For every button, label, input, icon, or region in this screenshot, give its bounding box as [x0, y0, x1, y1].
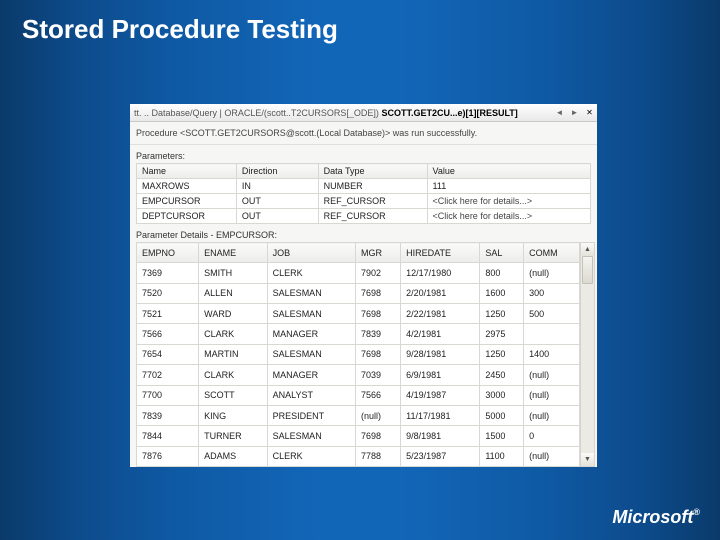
scroll-thumb[interactable] [582, 256, 593, 284]
vertical-scrollbar[interactable]: ▲ ▼ [580, 242, 595, 467]
table-row[interactable]: 7702CLARKMANAGER70396/9/19812450(null) [137, 365, 580, 385]
table-row[interactable]: 7369SMITHCLERK790212/17/1980800(null) [137, 263, 580, 283]
nav-prev-button[interactable]: ◄ [554, 107, 565, 118]
nav-next-button[interactable]: ► [569, 107, 580, 118]
scroll-up-icon[interactable]: ▲ [581, 243, 594, 256]
col-ename[interactable]: ENAME [199, 243, 268, 263]
table-row[interactable]: 7654MARTINSALESMAN76989/28/198112501400 [137, 344, 580, 364]
table-row[interactable]: 7700SCOTTANALYST75664/19/19873000(null) [137, 385, 580, 405]
table-row[interactable]: 7520ALLENSALESMAN76982/20/19811600300 [137, 283, 580, 303]
table-row[interactable]: 7521WARDSALESMAN76982/22/19811250500 [137, 304, 580, 324]
table-row[interactable]: 7566CLARKMANAGER78394/2/19812975 [137, 324, 580, 344]
app-window: tt. .. Database/Query | ORACLE/(scott..T… [130, 104, 597, 467]
col-comm[interactable]: COMM [524, 243, 580, 263]
slide-root: Stored Procedure Testing tt. .. Database… [0, 0, 720, 540]
details-link[interactable]: <Click here for details...> [427, 194, 590, 209]
parameters-label: Parameters: [130, 145, 597, 163]
col-datatype[interactable]: Data Type [318, 164, 427, 179]
details-label: Parameter Details - EMPCURSOR: [130, 224, 597, 242]
col-empno[interactable]: EMPNO [137, 243, 199, 263]
table-row[interactable]: 7844TURNERSALESMAN76989/8/198115000 [137, 426, 580, 446]
col-sal[interactable]: SAL [480, 243, 524, 263]
titlebar-text: tt. .. Database/Query | ORACLE/(scott..T… [134, 108, 550, 118]
details-link[interactable]: <Click here for details...> [427, 209, 590, 224]
parameters-table: Name Direction Data Type Value MAXROWS I… [136, 163, 591, 224]
table-row[interactable]: 7876ADAMSCLERK77885/23/19871100(null) [137, 446, 580, 466]
col-job[interactable]: JOB [267, 243, 355, 263]
details-header-row: EMPNO ENAME JOB MGR HIREDATE SAL COMM [137, 243, 580, 263]
titlebar-bold: SCOTT.GET2CU...e)[1][RESULT] [381, 108, 517, 118]
table-row[interactable]: EMPCURSOR OUT REF_CURSOR <Click here for… [137, 194, 591, 209]
col-mgr[interactable]: MGR [355, 243, 400, 263]
params-header-row: Name Direction Data Type Value [137, 164, 591, 179]
microsoft-logo: Microsoft® [612, 507, 700, 528]
scroll-down-icon[interactable]: ▼ [581, 453, 594, 466]
slide-title: Stored Procedure Testing [0, 0, 720, 45]
table-row[interactable]: MAXROWS IN NUMBER 111 [137, 179, 591, 194]
col-value[interactable]: Value [427, 164, 590, 179]
table-row[interactable]: DEPTCURSOR OUT REF_CURSOR <Click here fo… [137, 209, 591, 224]
col-name[interactable]: Name [137, 164, 237, 179]
col-direction[interactable]: Direction [236, 164, 318, 179]
window-titlebar: tt. .. Database/Query | ORACLE/(scott..T… [130, 104, 597, 122]
titlebar-prefix: tt. .. Database/Query | ORACLE/(scott..T… [134, 108, 379, 118]
table-row[interactable]: 7839KINGPRESIDENT(null)11/17/19815000(nu… [137, 405, 580, 425]
col-hiredate[interactable]: HIREDATE [401, 243, 480, 263]
close-button[interactable]: ✕ [584, 107, 595, 118]
details-area: EMPNO ENAME JOB MGR HIREDATE SAL COMM 73… [136, 242, 597, 467]
details-table: EMPNO ENAME JOB MGR HIREDATE SAL COMM 73… [136, 242, 580, 467]
status-message: Procedure <SCOTT.GET2CURSORS@scott.(Loca… [130, 122, 597, 145]
